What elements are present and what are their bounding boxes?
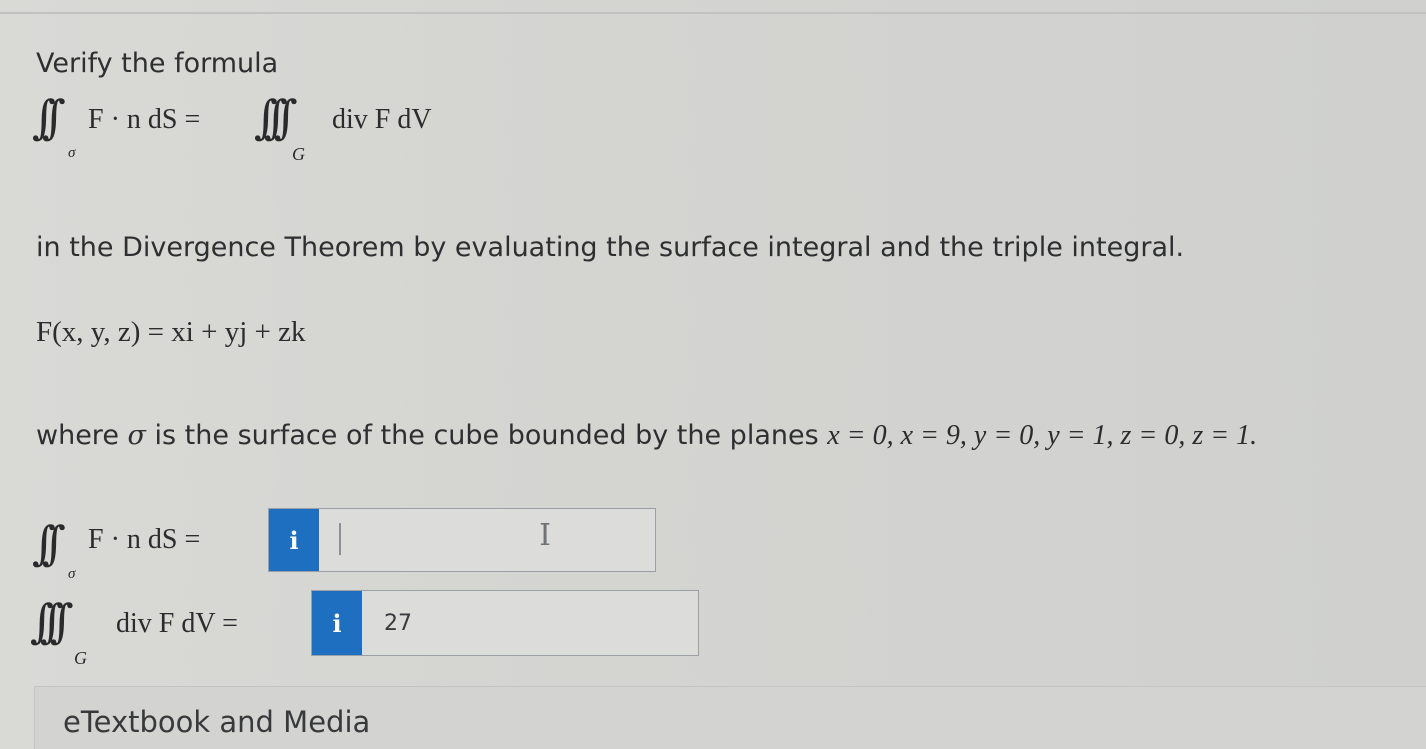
triple-integral-symbol: ∫∫∫ <box>254 90 298 144</box>
vector-field-definition: F(x, y, z) = xi + yj + zk <box>36 316 306 349</box>
vector-field-lhs: F(x, y, z) = <box>36 316 172 348</box>
surface-description: where σ is the surface of the cube bound… <box>36 420 1257 452</box>
surface-label-integrand: F · n dS = <box>88 524 201 555</box>
triple-integral-symbol: ∫∫∫ <box>30 594 74 648</box>
text-caret <box>339 523 341 555</box>
double-integral-symbol: ∫∫ <box>32 516 66 570</box>
vector-field-rhs: xi + yj + zk <box>171 316 306 348</box>
surface-label-subscript: σ <box>68 566 76 582</box>
etextbook-media-label[interactable]: eTextbook and Media <box>63 705 370 739</box>
formula-right-subscript: G <box>292 144 305 164</box>
info-icon[interactable]: i <box>312 591 362 655</box>
etextbook-media-panel[interactable]: eTextbook and Media <box>34 686 1426 749</box>
formula-left-integrand-text: F · n dS = <box>88 104 201 135</box>
surface-integral-answer: i I <box>268 508 656 572</box>
formula-left-subscript: σ <box>68 145 76 161</box>
surface-planes: x = 0, x = 9, y = 0, y = 1, z = 0, z = 1… <box>827 420 1258 451</box>
volume-label-subscript: G <box>74 648 87 668</box>
ibeam-cursor-icon: I <box>539 518 551 553</box>
formula-right-integrand: div F dV <box>332 104 432 135</box>
triple-integral-answer: i 27 <box>311 590 699 656</box>
surface-desc-text: is the surface of the cube bounded by th… <box>145 420 828 451</box>
sigma-symbol: σ <box>127 420 146 451</box>
instruction-text: in the Divergence Theorem by evaluating … <box>36 232 1185 263</box>
top-divider <box>0 12 1426 14</box>
surface-integral-input[interactable]: I <box>319 509 655 571</box>
prompt-text: Verify the formula <box>36 48 279 79</box>
info-icon[interactable]: i <box>269 509 319 571</box>
formula-left-integrand: F · n dS = <box>88 104 200 136</box>
surface-desc-prefix: where <box>36 420 128 451</box>
volume-label-integrand: div F dV = <box>116 608 238 639</box>
double-integral-symbol: ∫∫ <box>32 90 66 144</box>
triple-integral-value: 27 <box>384 610 412 636</box>
triple-integral-input[interactable]: 27 <box>362 591 698 655</box>
